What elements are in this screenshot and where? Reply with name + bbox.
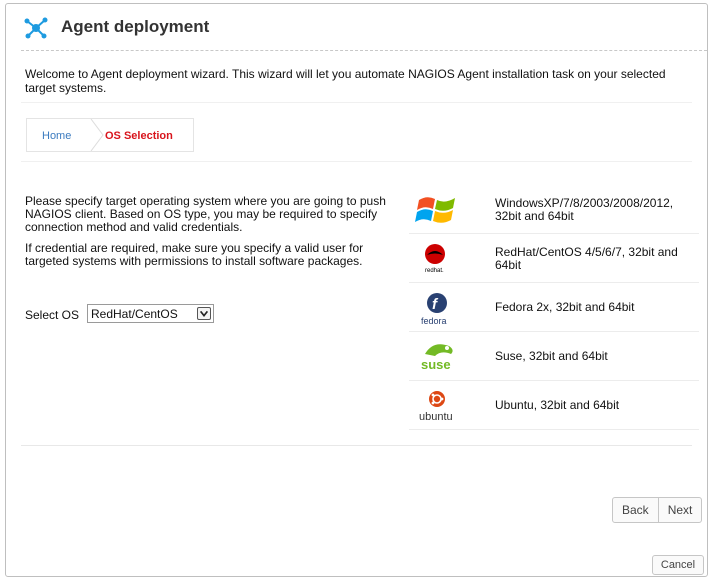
divider [21,161,692,162]
os-item-windows: WindowsXP/7/8/2003/2008/2012, 32bit and … [409,185,699,234]
suse-logo-text: suse [421,357,451,372]
select-os-dropdown[interactable]: RedHat/CentOS [87,304,214,323]
suse-logo-icon: suse [421,344,453,372]
ubuntu-logo-text: ubuntu [419,411,453,423]
header-divider [21,50,707,51]
wizard-nav-buttons: Back Next [612,497,703,523]
header: Agent deployment [6,4,707,50]
chevron-down-icon[interactable] [197,307,211,320]
back-button[interactable]: Back [613,498,658,522]
os-item-ubuntu: ubuntu Ubuntu, 32bit and 64bit [409,381,699,430]
instructions: Please specify target operating system w… [25,195,391,276]
breadcrumb-separator-icon [90,119,104,151]
breadcrumb-current: OS Selection [105,130,173,142]
os-item-label: WindowsXP/7/8/2003/2008/2012, 32bit and … [495,196,674,223]
cancel-button[interactable]: Cancel [652,555,704,575]
select-os-value: RedHat/CentOS [91,307,178,321]
divider [21,445,692,446]
redhat-logo-text: redhat. [425,268,444,274]
fedora-logo-icon: f fedora [421,293,447,326]
windows-logo-icon [415,197,455,223]
redhat-logo-icon: redhat. [425,244,445,274]
os-item-redhat: redhat. RedHat/CentOS 4/5/6/7, 32bit and… [409,234,699,283]
ubuntu-logo-icon: ubuntu [419,391,453,423]
os-item-label: RedHat/CentOS 4/5/6/7, 32bit and 64bit [495,245,678,272]
os-list: WindowsXP/7/8/2003/2008/2012, 32bit and … [409,185,699,430]
os-item-fedora: f fedora Fedora 2x, 32bit and 64bit [409,283,699,332]
divider [21,102,692,103]
fedora-logo-text: fedora [421,316,447,326]
os-item-label: Suse, 32bit and 64bit [495,349,608,363]
os-item-suse: suse Suse, 32bit and 64bit [409,332,699,381]
wizard-window: Agent deployment Welcome to Agent deploy… [5,3,708,577]
breadcrumb: Home OS Selection [26,118,194,152]
select-os-label: Select OS [25,308,80,322]
welcome-text: Welcome to Agent deployment wizard. This… [25,67,666,95]
breadcrumb-home-link[interactable]: Home [42,130,71,142]
network-nodes-icon [24,17,48,39]
page-title: Agent deployment [61,17,210,36]
instructions-para-2: If credential are required, make sure yo… [25,241,364,268]
next-button[interactable]: Next [657,498,702,522]
os-item-label: Ubuntu, 32bit and 64bit [495,398,620,412]
os-item-label: Fedora 2x, 32bit and 64bit [495,300,635,314]
instructions-para-1: Please specify target operating system w… [25,194,386,234]
